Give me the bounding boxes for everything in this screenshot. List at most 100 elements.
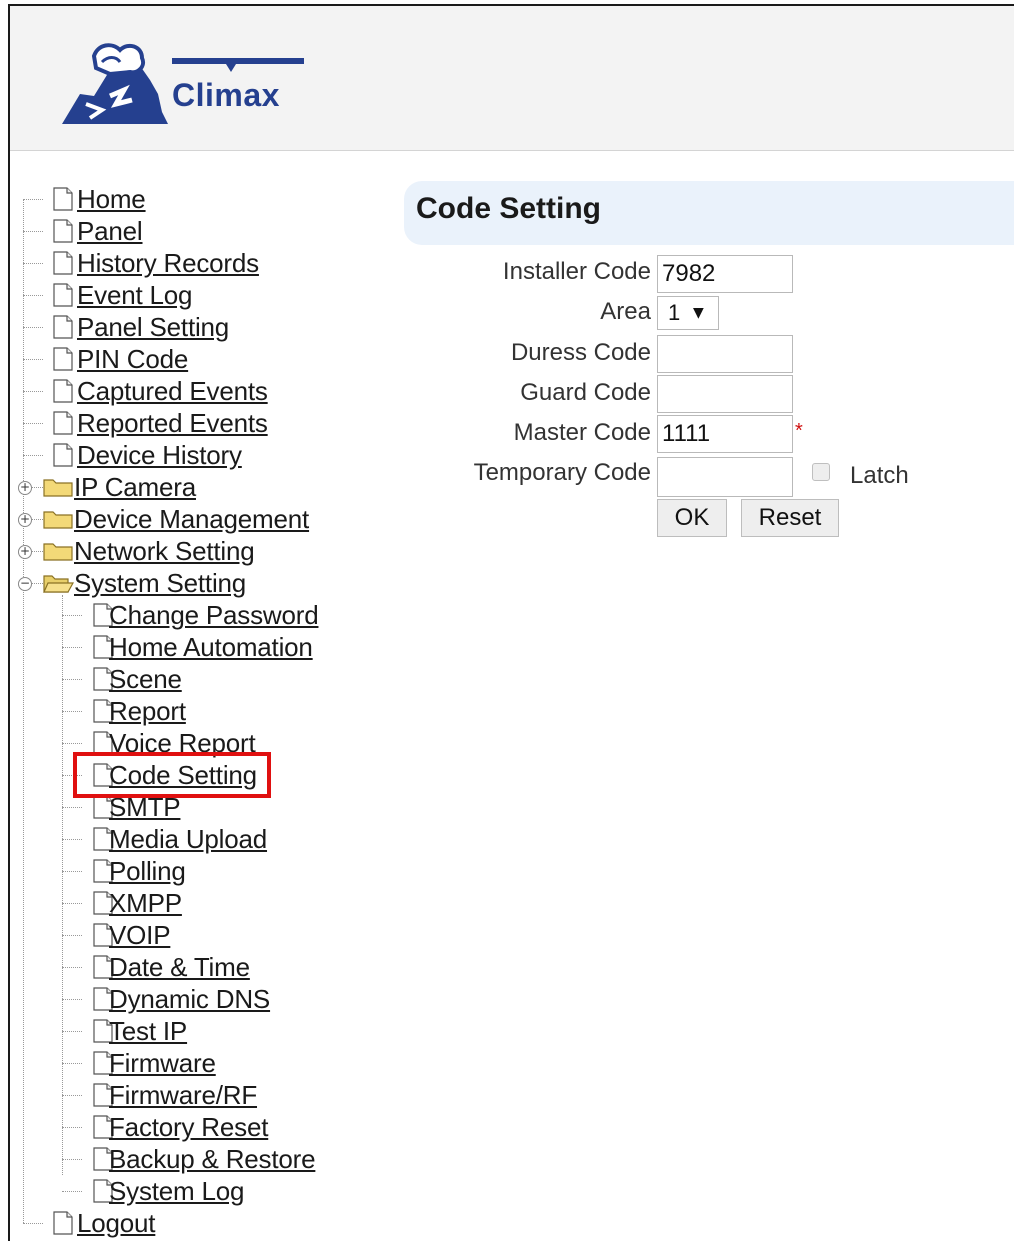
sidebar-item-label[interactable]: Reported Events [77, 407, 268, 439]
tree-connector-line [23, 327, 43, 328]
page-title: Code Setting [416, 192, 601, 225]
sidebar-item-label[interactable]: Home [77, 183, 146, 215]
document-icon [53, 443, 73, 467]
tree-connector-line [23, 391, 43, 392]
sidebar-item-label[interactable]: Home Automation [109, 631, 313, 663]
latch-label: Latch [850, 462, 909, 489]
tree-connector-line [62, 807, 82, 808]
guard-code-input[interactable] [657, 375, 793, 413]
folder-icon [43, 511, 73, 529]
tree-connector-line [62, 679, 82, 680]
tree-connector-line [62, 711, 82, 712]
sidebar-item-label[interactable]: System Log [109, 1175, 244, 1207]
document-icon [53, 411, 73, 435]
installer-code-input[interactable] [657, 255, 793, 293]
sidebar-item-label[interactable]: Scene [109, 663, 182, 695]
sidebar-item-label[interactable]: Test IP [109, 1015, 187, 1047]
tree-connector-line [62, 967, 82, 968]
tree-subtrunk-line [62, 595, 63, 1175]
document-icon [53, 1211, 73, 1235]
tree-connector-line [62, 1191, 82, 1192]
tree-connector-line [23, 231, 43, 232]
document-icon [53, 347, 73, 371]
sidebar-item-label[interactable]: Network Setting [74, 535, 255, 567]
guard-code-label: Guard Code [520, 379, 651, 406]
tree-connector-line [62, 647, 82, 648]
tree-connector-line [62, 999, 82, 1000]
duress-code-input[interactable] [657, 335, 793, 373]
temporary-code-label: Temporary Code [473, 459, 651, 486]
sidebar-item-label[interactable]: System Setting [74, 567, 246, 599]
document-icon [53, 379, 73, 403]
temporary-code-input[interactable] [657, 457, 793, 497]
expand-toggle-icon[interactable]: + [18, 481, 32, 495]
collapse-toggle-icon[interactable]: − [18, 577, 32, 591]
tree-connector-line [23, 359, 43, 360]
sidebar-item-label[interactable]: XMPP [109, 887, 182, 919]
sidebar-item-label[interactable]: Backup & Restore [109, 1143, 316, 1175]
sidebar-item-label[interactable]: Device History [77, 439, 242, 471]
document-icon [53, 315, 73, 339]
area-selected-value: 1 [668, 300, 681, 325]
tree-connector-line [62, 1159, 82, 1160]
tree-connector-line [23, 423, 43, 424]
tree-connector-line [62, 743, 82, 744]
sidebar-item-label[interactable]: Polling [109, 855, 186, 887]
sidebar-item-label[interactable]: History Records [77, 247, 259, 279]
sidebar-item-label[interactable]: VOIP [109, 919, 171, 951]
tree-connector-line [62, 839, 82, 840]
tree-connector-line [62, 871, 82, 872]
expand-toggle-icon[interactable]: + [18, 513, 32, 527]
sidebar-item-label[interactable]: Event Log [77, 279, 192, 311]
sidebar-item-label[interactable]: Firmware/RF [109, 1079, 257, 1111]
folder-open-icon [43, 575, 74, 593]
ok-button[interactable]: OK [657, 499, 727, 537]
reset-button[interactable]: Reset [741, 499, 839, 537]
sidebar-item-label[interactable]: Captured Events [77, 375, 268, 407]
sidebar-item-label[interactable]: Panel Setting [77, 311, 229, 343]
tree-connector-line [23, 199, 43, 200]
sidebar-item-label[interactable]: Factory Reset [109, 1111, 268, 1143]
header: Climax [10, 6, 1014, 151]
tree-connector-line [62, 935, 82, 936]
area-label: Area [600, 298, 651, 325]
sidebar-item-label[interactable]: Report [109, 695, 186, 727]
document-icon [53, 219, 73, 243]
tree-connector-line [62, 1031, 82, 1032]
sidebar-item-label[interactable]: Date & Time [109, 951, 250, 983]
selected-item-highlight [73, 752, 271, 798]
document-icon [53, 283, 73, 307]
tree-connector-line [62, 1127, 82, 1128]
sidebar-item-label[interactable]: Firmware [109, 1047, 216, 1079]
sidebar-item-label[interactable]: Dynamic DNS [109, 983, 270, 1015]
sidebar-item-label[interactable]: PIN Code [77, 343, 188, 375]
tree-connector-line [23, 263, 43, 264]
sidebar-item-label[interactable]: Logout [77, 1207, 156, 1239]
tree-connector-line [62, 1063, 82, 1064]
tree-connector-line [23, 1223, 43, 1224]
dropdown-arrow-icon: ▼ [693, 305, 704, 321]
logo-text: Climax [172, 77, 280, 113]
climax-logo[interactable]: Climax [50, 34, 310, 134]
duress-code-label: Duress Code [510, 339, 651, 366]
tree-trunk-line [23, 199, 24, 1223]
sidebar-item-label[interactable]: Panel [77, 215, 143, 247]
document-icon [53, 251, 73, 275]
tree-connector-line [23, 455, 43, 456]
tree-connector-line [62, 903, 82, 904]
tree-connector-line [62, 615, 82, 616]
sidebar-item-label[interactable]: Device Management [74, 503, 309, 535]
master-code-label: Master Code [513, 419, 651, 446]
sidebar-item-label[interactable]: Media Upload [109, 823, 267, 855]
folder-icon [43, 543, 73, 561]
latch-checkbox[interactable] [812, 463, 830, 481]
area-select[interactable]: 1 ▼ [657, 296, 719, 330]
sidebar-item-label[interactable]: IP Camera [74, 471, 196, 503]
document-icon [53, 187, 73, 211]
tree-connector-line [23, 295, 43, 296]
required-marker: * [795, 420, 803, 442]
expand-toggle-icon[interactable]: + [18, 545, 32, 559]
sidebar-item-label[interactable]: Change Password [109, 599, 319, 631]
installer-code-label: Installer Code [502, 258, 651, 285]
master-code-input[interactable] [657, 415, 793, 453]
